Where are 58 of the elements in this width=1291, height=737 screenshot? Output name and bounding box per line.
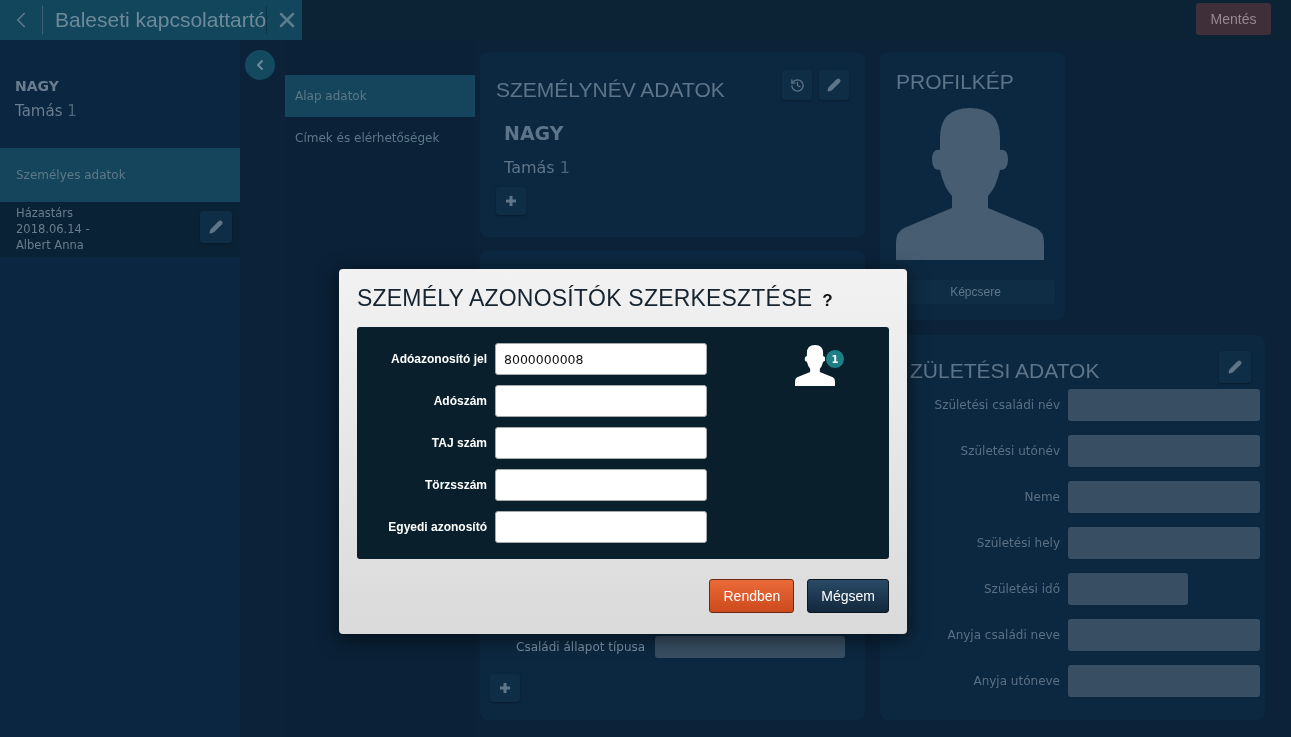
nav-item[interactable]: Címek és elérhetőségek [285,117,475,159]
family-name: NAGY [14,78,60,94]
collapse-button[interactable] [245,50,275,80]
add-button[interactable] [496,187,526,215]
field-label: Családi állapot típusa [516,640,646,654]
card-title: SZEMÉLYNÉV ADATOK [496,77,725,102]
edit-button[interactable] [1219,351,1251,383]
pencil-icon [1228,360,1242,374]
pencil-icon [827,78,841,92]
input-field[interactable] [1068,435,1260,467]
input-field[interactable] [1068,665,1260,697]
save-button[interactable]: Mentés [1196,3,1271,35]
family-name: NAGY [503,121,565,144]
ok-button[interactable]: Rendben [709,579,795,613]
input-field[interactable] [1068,619,1260,651]
input-field[interactable] [495,469,707,501]
plus-icon [499,682,511,694]
add-button[interactable] [490,674,520,702]
field-label: Egyedi azonosító [387,520,487,534]
input-field[interactable] [1068,481,1260,513]
given-name: Tamás 1 [14,101,78,122]
relation-info: Házastárs 2018.06.14 - Albert Anna [16,205,90,253]
input-field[interactable] [495,385,707,417]
input-field[interactable] [1068,527,1260,559]
field-label: Adóazonosító jel [390,352,487,366]
history-icon [789,77,805,93]
input-field[interactable] [1068,389,1260,421]
count-badge: 1 [825,349,845,369]
field-label: Születési utónév [959,444,1060,458]
field-label: Anyja utóneve [972,674,1060,688]
history-button[interactable] [782,70,812,100]
card-title: PROFILKÉP [896,69,1015,94]
sidebar-item[interactable]: Személyes adatok [0,148,240,202]
field-label: Neme [1023,490,1060,504]
dialog-title: SZEMÉLY AZONOSÍTÓK SZERKESZTÉSE [357,284,813,313]
card-title: ZÜLETÉSI ADATOK [910,358,1100,383]
input-field[interactable] [655,636,846,658]
input-field[interactable] [495,427,707,459]
date-field[interactable] [1068,573,1188,605]
edit-button[interactable] [819,70,849,100]
page-title: Baleseti kapcsolattartó [42,6,268,34]
pencil-icon [209,220,223,234]
input-field[interactable] [495,511,707,543]
field-label: Születési idő [982,582,1060,596]
field-label: Törzsszám [423,478,487,492]
person-silhouette-icon [896,108,1044,260]
field-label: Adószám [432,394,487,408]
field-label: TAJ szám [430,436,487,450]
field-label: Születési családi név [933,398,1060,412]
given-name: Tamás 1 [503,157,571,179]
cancel-button[interactable]: Mégsem [807,579,889,613]
field-label: Születési hely [975,536,1060,550]
input-field[interactable]: 8000000008 [495,343,707,375]
edit-button[interactable] [200,211,232,243]
plus-icon [505,195,517,207]
nav-item[interactable]: Alap adatok [285,75,475,117]
field-label: Anyja családi neve [946,628,1060,642]
help-link[interactable]: ? [822,291,833,311]
